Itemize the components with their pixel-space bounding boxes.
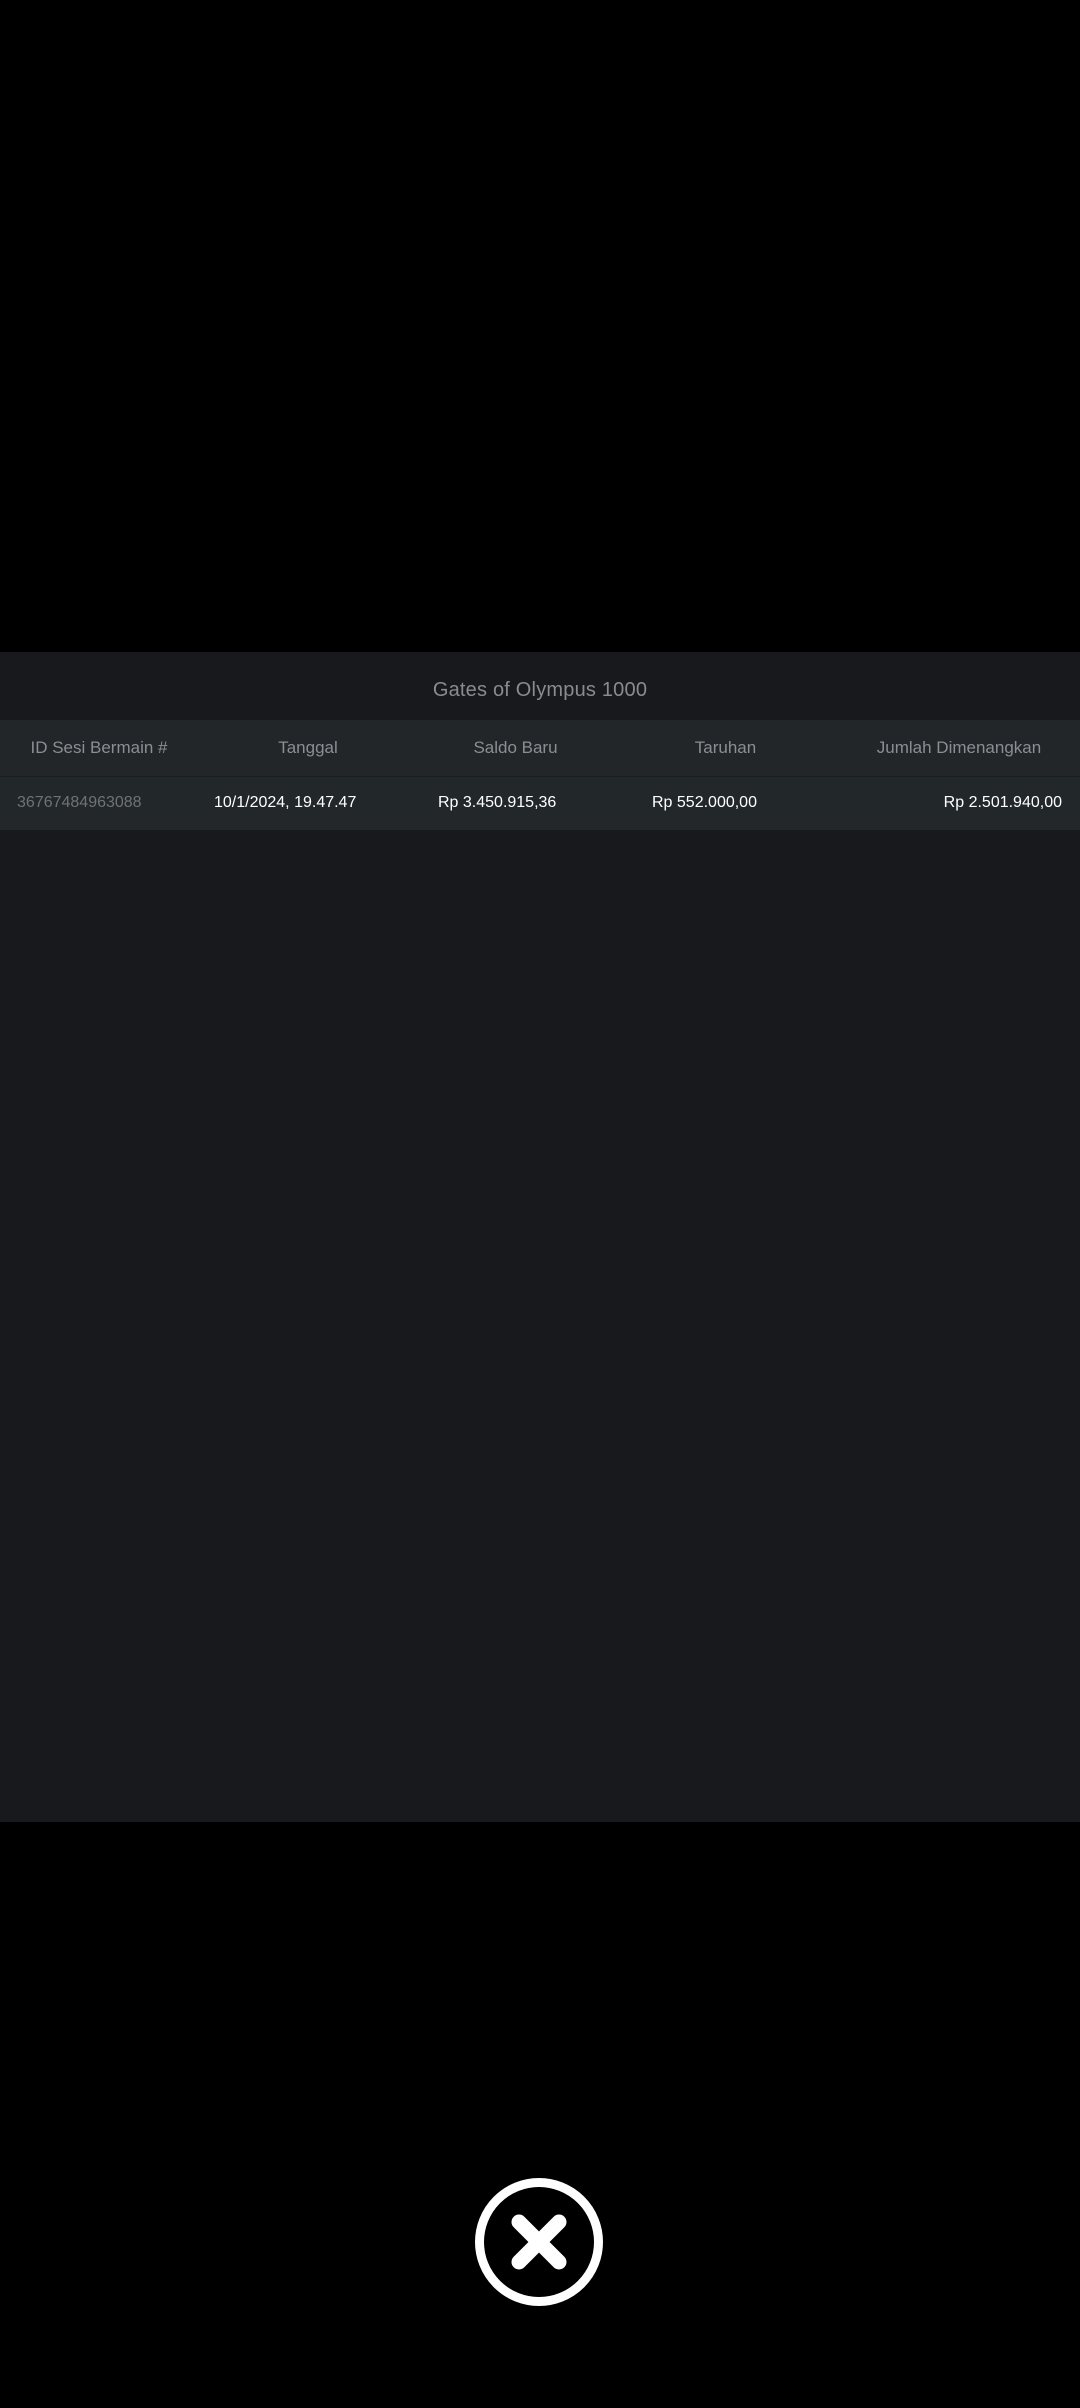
header-row: ID Sesi Bermain # Tanggal Saldo Baru Tar… [0,720,1080,776]
close-icon [511,2214,567,2270]
bet-cell: Rp 552.000,00 [652,794,757,812]
date-cell: 10/1/2024, 19.47.47 [214,794,357,812]
table-header: ID Sesi Bermain # Tanggal Saldo Baru Tar… [0,720,1080,776]
close-button[interactable] [475,2178,603,2306]
column-header-bet: Taruhan [694,737,757,757]
column-header-date: Tanggal [278,737,338,757]
win-amount-cell: Rp 2.501.940,00 [943,794,1062,812]
history-table: ID Sesi Bermain # Tanggal Saldo Baru Tar… [0,720,1080,830]
table-body: 36767484963088 10/1/2024, 19.47.47 Rp 3.… [0,776,1080,830]
column-header-session-id: ID Sesi Bermain # [30,737,168,757]
history-panel: Gates of Olympus 1000 ID Sesi Bermain # … [0,652,1080,1822]
column-header-new-balance: Saldo Baru [473,737,558,757]
session-id-cell: 36767484963088 [17,794,142,812]
game-history-screen: Gates of Olympus 1000 ID Sesi Bermain # … [0,0,1080,2408]
column-header-win-amount: Jumlah Dimenangkan [876,737,1042,757]
new-balance-cell: Rp 3.450.915,36 [438,794,557,812]
table-row[interactable]: 36767484963088 10/1/2024, 19.47.47 Rp 3.… [0,776,1080,830]
game-title: Gates of Olympus 1000 [432,679,648,701]
